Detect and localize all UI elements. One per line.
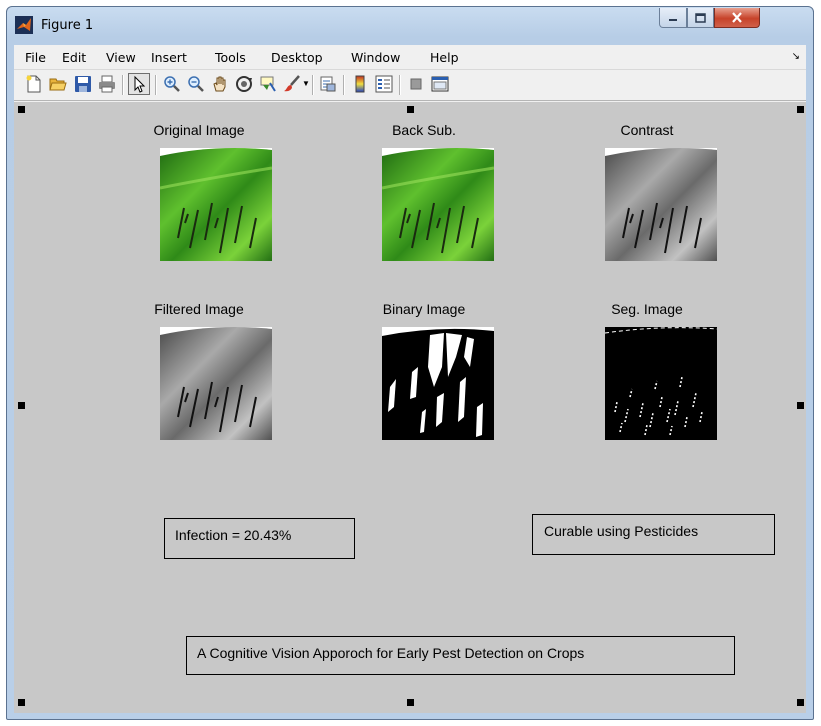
show-plot-tools-icon[interactable]: [431, 75, 449, 93]
menu-tools[interactable]: Tools: [215, 50, 246, 65]
menu-view[interactable]: View: [106, 50, 136, 65]
close-button[interactable]: [714, 8, 760, 28]
menu-insert[interactable]: Insert: [151, 50, 187, 65]
toolbar-separator: [155, 75, 157, 95]
colorbar-icon[interactable]: [351, 75, 369, 93]
select-tool-button[interactable]: [128, 73, 150, 95]
filtered-image-title: Filtered Image: [154, 301, 244, 317]
client-area: File Edit View Insert Tools Desktop Wind…: [14, 45, 806, 713]
resize-handle[interactable]: [407, 106, 414, 113]
brush-dropdown-icon[interactable]: ▼: [302, 79, 310, 88]
original-image[interactable]: [160, 148, 272, 261]
data-cursor-icon[interactable]: [259, 75, 277, 93]
toolbar-separator: [312, 75, 314, 95]
minimize-button[interactable]: [659, 8, 687, 28]
back-sub-image[interactable]: [382, 148, 494, 261]
resize-handle[interactable]: [407, 699, 414, 706]
rotate-3d-icon[interactable]: [235, 75, 253, 93]
resize-handle[interactable]: [797, 106, 804, 113]
dock-arrow-icon[interactable]: ↘: [792, 51, 800, 62]
hide-plot-tools-icon[interactable]: [407, 75, 425, 93]
back-sub-title: Back Sub.: [392, 122, 456, 138]
save-icon[interactable]: [74, 75, 92, 93]
print-icon[interactable]: [98, 75, 116, 93]
resize-handle[interactable]: [797, 402, 804, 409]
resize-handle[interactable]: [18, 402, 25, 409]
original-image-title: Original Image: [153, 122, 245, 138]
brush-icon[interactable]: [283, 75, 301, 93]
binary-image-title: Binary Image: [382, 301, 466, 317]
window-title: Figure 1: [41, 18, 94, 33]
open-file-icon[interactable]: [49, 75, 67, 93]
figure-canvas: Original Image Back Sub. Contrast Filter…: [14, 102, 806, 713]
infection-result-text: Infection = 20.43%: [175, 527, 292, 543]
figure-window: Figure 1 File Edit View Insert Tools Des…: [6, 6, 814, 720]
minimize-icon: [669, 18, 677, 21]
select-arrow-icon: [134, 75, 146, 93]
seg-image[interactable]: [605, 327, 717, 440]
close-icon: [732, 12, 742, 23]
toolbar-separator: [343, 75, 345, 95]
legend-icon[interactable]: [375, 75, 393, 93]
contrast-image[interactable]: [605, 148, 717, 261]
new-figure-icon[interactable]: [25, 75, 43, 93]
filtered-image[interactable]: [160, 327, 272, 440]
figure-toolbar: ▼: [14, 70, 806, 101]
caption-box: A Cognitive Vision Apporoch for Early Pe…: [186, 636, 735, 675]
resize-handle[interactable]: [797, 699, 804, 706]
matlab-logo-icon: [15, 16, 33, 34]
caption-text: A Cognitive Vision Apporoch for Early Pe…: [197, 645, 585, 661]
contrast-title: Contrast: [620, 122, 674, 138]
resize-handle[interactable]: [18, 106, 25, 113]
resize-handle[interactable]: [18, 699, 25, 706]
menu-bar: File Edit View Insert Tools Desktop Wind…: [14, 45, 806, 70]
toolbar-separator: [399, 75, 401, 95]
menu-file[interactable]: File: [25, 50, 46, 65]
menu-desktop[interactable]: Desktop: [271, 50, 323, 65]
zoom-in-icon[interactable]: [163, 75, 181, 93]
binary-image[interactable]: [382, 327, 494, 440]
menu-window[interactable]: Window: [351, 50, 400, 65]
seg-image-title: Seg. Image: [611, 301, 683, 317]
zoom-out-icon[interactable]: [187, 75, 205, 93]
menu-edit[interactable]: Edit: [62, 50, 86, 65]
treatment-status-box: Curable using Pesticides: [532, 514, 775, 555]
link-plot-icon[interactable]: [319, 75, 337, 93]
maximize-icon: [695, 12, 706, 23]
toolbar-separator: [122, 75, 124, 95]
infection-result-box: Infection = 20.43%: [164, 518, 355, 559]
maximize-button[interactable]: [687, 8, 714, 28]
title-bar[interactable]: Figure 1: [7, 7, 813, 45]
pan-hand-icon[interactable]: [211, 75, 229, 93]
menu-help[interactable]: Help: [430, 50, 459, 65]
treatment-status-text: Curable using Pesticides: [544, 523, 699, 539]
